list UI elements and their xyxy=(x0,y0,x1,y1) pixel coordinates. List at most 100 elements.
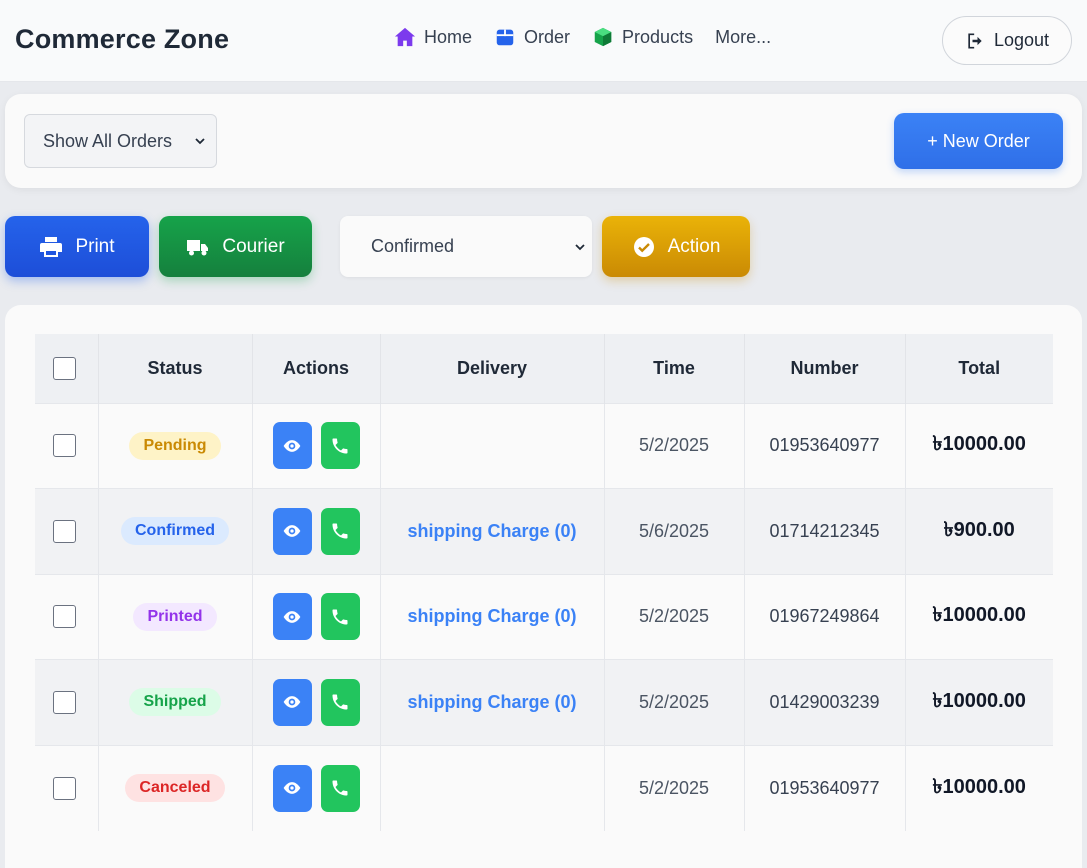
logout-button[interactable]: Logout xyxy=(942,16,1072,65)
eye-icon xyxy=(283,439,301,452)
row-checkbox[interactable] xyxy=(53,690,76,714)
phone-icon xyxy=(332,523,348,539)
nav-products[interactable]: Products xyxy=(592,26,693,48)
col-delivery: Delivery xyxy=(380,334,605,403)
status-select[interactable]: Confirmed xyxy=(340,216,592,277)
row-select-cell xyxy=(35,573,99,660)
truck-icon xyxy=(187,239,209,255)
status-cell: Pending xyxy=(98,402,253,489)
print-button[interactable]: Print xyxy=(5,216,149,277)
logout-icon xyxy=(968,33,982,48)
call-button[interactable] xyxy=(320,593,360,641)
nav-more-label: More... xyxy=(715,26,772,47)
shipping-charge-link[interactable]: shipping Charge (0) xyxy=(407,521,576,541)
eye-icon xyxy=(283,525,301,538)
new-order-button[interactable]: + New Order xyxy=(894,113,1063,169)
row-select-cell xyxy=(35,659,99,745)
orders-body: Pending 5/2/2025 01953640977 ৳10000.00 Confi… xyxy=(35,402,1053,831)
total-cell: ৳10000.00 xyxy=(905,659,1053,745)
print-label: Print xyxy=(75,235,115,257)
status-badge: Shipped xyxy=(129,688,221,717)
table-row[interactable]: Canceled 5/2/2025 01953640977 ৳10000.00 xyxy=(35,744,1053,831)
courier-button[interactable]: Courier xyxy=(159,216,312,277)
delivery-cell xyxy=(380,402,605,489)
status-badge: Printed xyxy=(133,602,217,631)
status-cell: Canceled xyxy=(98,744,253,831)
order-filter-select[interactable]: Show All Orders xyxy=(24,114,217,168)
total-cell: ৳10000.00 xyxy=(905,744,1053,831)
table-row[interactable]: Pending 5/2/2025 01953640977 ৳10000.00 xyxy=(35,402,1053,489)
number-cell: 01953640977 xyxy=(744,744,906,831)
delivery-cell xyxy=(380,744,605,831)
time-cell: 5/2/2025 xyxy=(604,402,745,489)
shipping-charge-link[interactable]: shipping Charge (0) xyxy=(407,692,576,712)
row-checkbox[interactable] xyxy=(53,605,76,629)
delivery-cell: shipping Charge (0) xyxy=(380,659,605,745)
printer-icon xyxy=(40,236,63,257)
logout-label: Logout xyxy=(993,30,1050,50)
table-header-row: Status Actions Delivery Time Number Tota… xyxy=(35,334,1053,403)
chevron-down-icon xyxy=(195,138,205,145)
nav-products-label: Products xyxy=(622,26,694,47)
col-time: Time xyxy=(604,334,745,403)
call-button[interactable] xyxy=(320,507,360,555)
table-row[interactable]: Confirmed shipping Charge (0) 5/6/2025 0171… xyxy=(35,488,1053,574)
col-status: Status xyxy=(98,334,253,403)
view-button[interactable] xyxy=(272,507,312,555)
row-checkbox[interactable] xyxy=(53,434,76,458)
number-cell: 01953640977 xyxy=(744,402,906,489)
delivery-cell: shipping Charge (0) xyxy=(380,488,605,574)
number-cell: 01714212345 xyxy=(744,488,906,574)
eye-icon xyxy=(283,782,301,794)
status-cell: Shipped xyxy=(98,659,253,745)
time-cell: 5/6/2025 xyxy=(604,488,745,574)
status-select-value: Confirmed xyxy=(371,236,455,256)
table-row[interactable]: Printed shipping Charge (0) 5/2/2025 019672… xyxy=(35,573,1053,660)
number-cell: 01967249864 xyxy=(744,573,906,660)
row-checkbox[interactable] xyxy=(53,519,76,543)
table-row[interactable]: Shipped shipping Charge (0) 5/2/2025 014290… xyxy=(35,659,1053,745)
call-button[interactable] xyxy=(320,678,360,726)
status-badge: Canceled xyxy=(125,774,225,802)
actions-cell xyxy=(252,659,381,745)
view-button[interactable] xyxy=(272,678,312,726)
view-button[interactable] xyxy=(272,764,312,812)
phone-icon xyxy=(332,780,348,796)
status-cell: Confirmed xyxy=(98,488,253,574)
nav-order-label: Order xyxy=(524,26,571,47)
eye-icon xyxy=(283,610,301,623)
time-cell: 5/2/2025 xyxy=(604,744,745,831)
orders-card: Status Actions Delivery Time Number Tota… xyxy=(5,305,1082,868)
call-button[interactable] xyxy=(320,422,360,470)
home-icon xyxy=(394,27,416,47)
nav-more[interactable]: More... xyxy=(715,26,771,48)
view-button[interactable] xyxy=(272,593,312,641)
total-cell: ৳900.00 xyxy=(905,488,1053,574)
nav-order[interactable]: Order xyxy=(494,26,570,48)
row-checkbox[interactable] xyxy=(53,776,76,800)
select-all-cell xyxy=(35,334,99,403)
actions-cell xyxy=(252,573,381,660)
main-nav: Home Order Products More... xyxy=(394,26,771,48)
select-all-checkbox[interactable] xyxy=(53,356,76,380)
status-badge: Confirmed xyxy=(121,517,229,546)
nav-home-label: Home xyxy=(424,26,473,47)
status-badge: Pending xyxy=(129,431,221,460)
cube-icon xyxy=(594,27,612,47)
time-cell: 5/2/2025 xyxy=(604,573,745,660)
view-button[interactable] xyxy=(272,422,312,470)
number-cell: 01429003239 xyxy=(744,659,906,745)
orders-table: Status Actions Delivery Time Number Tota… xyxy=(35,334,1053,831)
courier-label: Courier xyxy=(222,235,285,257)
brand-title[interactable]: Commerce Zone xyxy=(15,24,229,55)
shipping-charge-link[interactable]: shipping Charge (0) xyxy=(407,606,576,626)
eye-icon xyxy=(283,696,301,709)
row-select-cell xyxy=(35,744,99,831)
row-select-cell xyxy=(35,488,99,574)
call-button[interactable] xyxy=(320,764,360,812)
action-button[interactable]: Action xyxy=(602,216,750,277)
phone-icon xyxy=(332,694,348,710)
nav-home[interactable]: Home xyxy=(394,26,472,48)
time-cell: 5/2/2025 xyxy=(604,659,745,745)
row-select-cell xyxy=(35,402,99,489)
